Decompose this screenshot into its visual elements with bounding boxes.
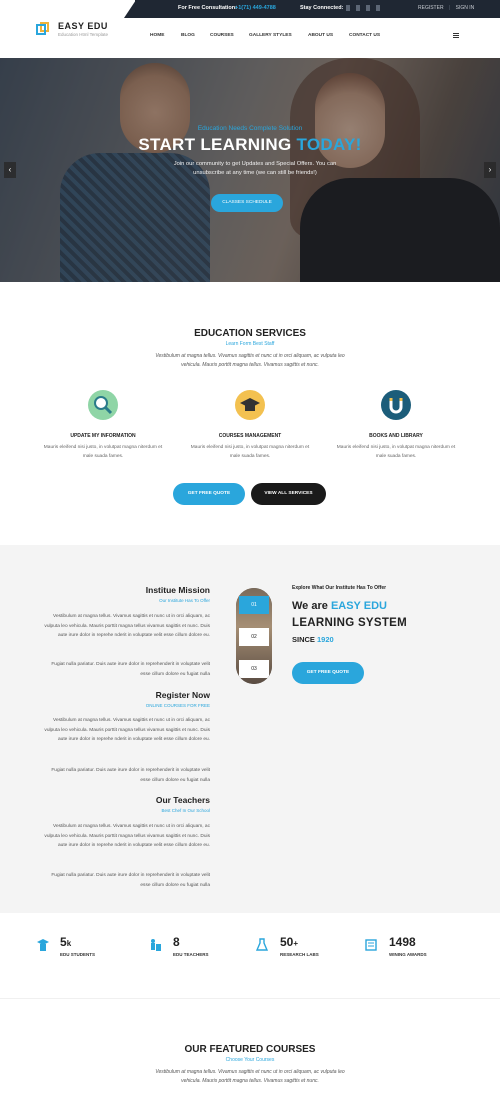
sign-in-link[interactable]: SIGN IN [456,5,475,11]
featured-title: OUR FEATURED COURSES [184,1044,316,1055]
graduate-icon [37,939,49,951]
account-links: REGISTER | SIGN IN [418,5,475,11]
service-text-update: Mauris eleifend nisi justo, in volutpat … [43,445,163,459]
hero-pretitle: Education Needs Complete Solution [197,125,303,132]
brand-title[interactable]: EASY EDU [58,21,108,31]
register-subtitle: ONLINE COURSES FOR FREE [145,703,210,708]
since-heading: SINCE 1920 [292,635,334,644]
teachers-paragraph-1: Vestibulum at magna tellus. Vivamus sagi… [44,824,210,848]
brand-subtitle: Education Html Template [58,32,108,37]
services-description: Vestibulum at magna tellus. Vivamus sagi… [155,353,345,368]
stat-students-label: EDU STUDENTS [60,952,96,957]
section-divider [0,998,500,999]
get-free-quote-button[interactable]: GET FREE QUOTE [173,483,245,505]
nav-blog[interactable]: BLOG [181,33,195,38]
register-paragraph-2: Fugiat nulla pariatur. Duis aute irure d… [51,768,210,783]
certificate-icon [365,939,377,951]
stat-awards-number: 1498 [389,935,416,949]
stat-students-number: 5k [60,935,72,949]
facebook-icon[interactable] [346,5,350,11]
menu-icon[interactable] [453,33,459,39]
nav-about-us[interactable]: ABOUT US [308,33,333,38]
services-subtitle: Learn Form Best Staff [225,341,275,347]
teachers-title: Our Teachers [155,795,210,805]
consultation-label: For Free Consultation: [178,5,237,11]
view-all-services-button[interactable]: VIEW ALL SERVICES [251,483,326,505]
graduation-cap-icon [235,390,265,420]
mission-paragraph-2: Fugiat nulla pariatur. Duis aute irure d… [51,662,210,677]
search-icon [88,390,118,420]
steps-pill: 01 02 03 [236,588,272,684]
top-bar: For Free Consultation: +1(71) 449-4788 S… [0,0,500,18]
social-links [346,5,380,11]
nav-home[interactable]: HOME [150,33,164,38]
learning-system-heading: LEARNING SYSTEM [292,617,408,629]
mission-title: Institue Mission [145,585,210,595]
logo-icon[interactable] [36,22,50,36]
mission-paragraph-1: Vestibulum at magna tellus. Vivamus sagi… [44,614,210,638]
featured-description: Vestibulum at magna tellus. Vivamus sagi… [155,1069,345,1084]
stat-teachers-label: EDU TEACHERS [173,952,209,957]
classes-schedule-button[interactable]: CLASSES SCHEDULE [211,194,283,212]
stat-teachers-number: 8 [173,935,180,949]
stat-awards-label: WINING AWARDS [389,952,427,957]
mission-subtitle: Our Institute Has To Offer [159,598,210,603]
google-plus-icon[interactable] [366,5,370,11]
nav-courses[interactable]: COURSES [210,33,234,38]
twitter-icon[interactable] [356,5,360,11]
service-text-books: Mauris eleifend nisi justo, in volutpat … [336,445,456,459]
service-title-books: BOOKS AND LIBRARY [369,433,423,439]
step-02[interactable]: 02 [239,628,269,646]
hero-title: START LEARNING TODAY! [138,135,362,154]
teachers-subtitle: Best Chef In Our School [161,808,210,813]
get-free-quote-button-2[interactable]: GET FREE QUOTE [292,662,364,684]
register-title: Register Now [155,690,210,700]
services-title: EDUCATION SERVICES [194,328,306,339]
explore-pretitle: Explore What Our Institute Has To Offer [292,585,387,591]
register-link[interactable]: REGISTER [418,5,444,11]
nav-contact-us[interactable]: CONTACT US [349,33,380,38]
stay-connected-label: Stay Connected: [300,5,344,11]
service-text-courses: Mauris eleifend nisi justo, in volutpat … [190,445,310,459]
stat-labs-number: 50+ [280,935,299,949]
linkedin-icon[interactable] [376,5,380,11]
hero-slider: Education Needs Complete Solution START … [0,58,500,282]
step-03[interactable]: 03 [239,660,269,678]
service-title-update: UPDATE MY INFORMATION [70,433,136,439]
service-title-courses: COURSES MANAGEMENT [218,433,282,439]
magnet-icon [381,390,411,420]
slider-prev-icon[interactable]: ‹ [4,162,16,178]
phone-number[interactable]: +1(71) 449-4788 [235,5,276,11]
we-are-heading: We are EASY EDU [292,600,387,612]
flask-icon [255,938,269,951]
hero-description: Join our community to get Updates and Sp… [173,161,337,176]
nav-gallery-styles[interactable]: GALLERY STYLES [249,33,292,38]
featured-subtitle: Choose Your Courses [225,1057,275,1063]
stat-labs-label: RESEARCH LABS [280,952,319,957]
teacher-icon [151,939,161,951]
slider-next-icon[interactable]: › [484,162,496,178]
step-01[interactable]: 01 [239,596,269,614]
teachers-paragraph-2: Fugiat nulla pariatur. Duis aute irure d… [51,873,210,888]
register-paragraph-1: Vestibulum at magna tellus. Vivamus sagi… [44,718,210,742]
